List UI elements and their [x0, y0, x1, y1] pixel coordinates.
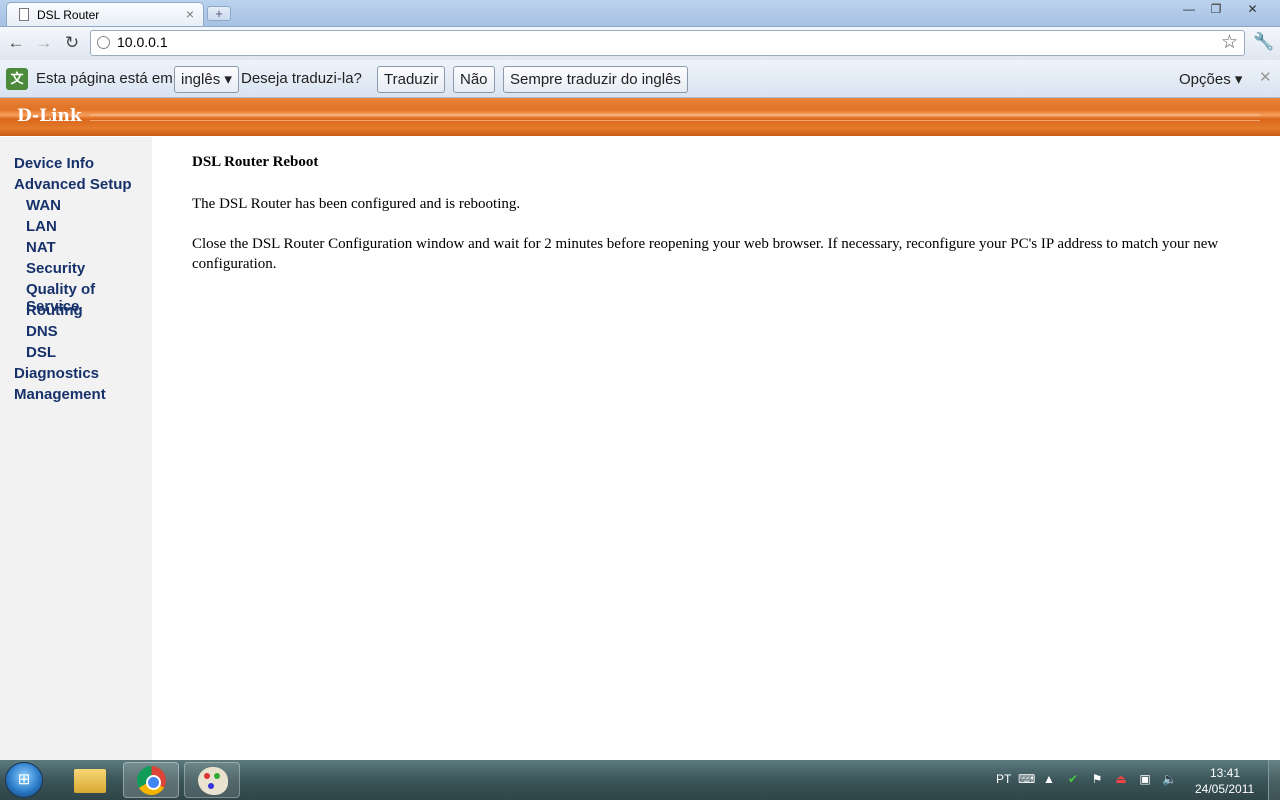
translate-question: Deseja traduzi-la? [241, 70, 362, 87]
sidebar-item-device-info[interactable]: Device Info [14, 155, 94, 172]
bookmark-star-icon[interactable]: ☆ [1221, 31, 1238, 54]
address-bar[interactable]: 10.0.0.1 ☆ [90, 30, 1245, 56]
translate-prefix: Esta página está em [36, 70, 173, 87]
dlink-header: D-Link [0, 98, 1280, 136]
taskbar: ⊞ PT ⌨ ▲ ✔ ⚑ ⏏ ▣ 🔈 13:41 24/05/2011 [0, 760, 1280, 800]
volume-icon[interactable]: 🔈 [1162, 772, 1177, 786]
sidebar-item-lan[interactable]: LAN [26, 218, 57, 235]
tab-strip: DSL Router × + — ❐ ✕ [0, 0, 1280, 27]
new-tab-button[interactable]: + [207, 6, 231, 21]
globe-icon [97, 36, 110, 49]
sidebar-item-dns[interactable]: DNS [26, 323, 58, 340]
show-hidden-icons-icon[interactable]: ▲ [1042, 772, 1056, 786]
minimize-icon[interactable]: — [1176, 0, 1202, 18]
browser-tab[interactable]: DSL Router × [6, 2, 204, 26]
network-icon[interactable]: ▣ [1138, 772, 1152, 786]
close-translate-icon[interactable]: ✕ [1259, 68, 1272, 86]
reload-icon[interactable]: ↻ [61, 33, 83, 53]
keyboard-icon[interactable]: ⌨ [1018, 772, 1035, 786]
sidebar-item-dsl[interactable]: DSL [26, 344, 56, 361]
clock-date[interactable]: 24/05/2011 [1195, 782, 1254, 796]
reboot-status-text: The DSL Router has been configured and i… [192, 196, 521, 212]
language-select[interactable]: inglês ▾ [174, 66, 239, 93]
sidebar-item-management[interactable]: Management [14, 386, 106, 403]
sidebar-item-advanced-setup[interactable]: Advanced Setup [14, 176, 132, 193]
explorer-taskbar-button[interactable] [62, 762, 118, 798]
window-close-icon[interactable]: ✕ [1230, 0, 1275, 18]
action-center-flag-icon[interactable]: ⚑ [1090, 772, 1104, 786]
restore-icon[interactable]: ❐ [1203, 0, 1229, 18]
translate-icon: 文 [6, 68, 28, 90]
sidebar-nav: Device Info Advanced Setup WAN LAN NAT S… [0, 137, 152, 760]
browser-toolbar: ← → ↻ 10.0.0.1 ☆ 🔧 [0, 27, 1280, 60]
forward-icon[interactable]: → [33, 33, 55, 53]
paint-icon [198, 767, 228, 795]
sidebar-item-nat[interactable]: NAT [26, 239, 56, 256]
folder-icon [74, 769, 106, 793]
language-indicator[interactable]: PT [996, 772, 1011, 786]
system-tray: PT ⌨ ▲ ✔ ⚑ ⏏ ▣ 🔈 13:41 24/05/2011 [990, 760, 1280, 800]
security-icon[interactable]: ✔ [1066, 772, 1080, 786]
start-button[interactable]: ⊞ [5, 762, 43, 798]
sidebar-item-routing[interactable]: Routing [26, 302, 83, 319]
translate-bar: 文 Esta página está em inglês ▾ Deseja tr… [0, 60, 1280, 98]
translate-button[interactable]: Traduzir [377, 66, 446, 93]
header-stripe [90, 114, 1260, 116]
dlink-logo: D-Link [17, 106, 82, 126]
back-icon[interactable]: ← [5, 33, 27, 53]
sidebar-item-wan[interactable]: WAN [26, 197, 61, 214]
tab-close-icon[interactable]: × [186, 6, 194, 22]
no-translate-button[interactable]: Não [453, 66, 495, 93]
header-stripe [90, 120, 1260, 121]
show-desktop-button[interactable] [1268, 760, 1280, 800]
paint-taskbar-button[interactable] [184, 762, 240, 798]
sidebar-item-diagnostics[interactable]: Diagnostics [14, 365, 99, 382]
sidebar-item-security[interactable]: Security [26, 260, 85, 277]
page-title: DSL Router Reboot [192, 154, 319, 170]
windows-icon: ⊞ [17, 771, 31, 788]
clock-time[interactable]: 13:41 [1210, 766, 1240, 780]
always-translate-button[interactable]: Sempre traduzir do inglês [503, 66, 688, 93]
reboot-instructions-text: Close the DSL Router Configuration windo… [192, 236, 1219, 272]
page-icon [19, 8, 29, 21]
chrome-icon [137, 766, 166, 795]
safely-remove-icon[interactable]: ⏏ [1114, 772, 1128, 786]
options-menu[interactable]: Opções ▾ [1179, 70, 1242, 88]
tab-title: DSL Router [37, 8, 100, 22]
chrome-taskbar-button[interactable] [123, 762, 179, 798]
wrench-icon[interactable]: 🔧 [1253, 32, 1274, 52]
url-text[interactable]: 10.0.0.1 [117, 34, 168, 50]
